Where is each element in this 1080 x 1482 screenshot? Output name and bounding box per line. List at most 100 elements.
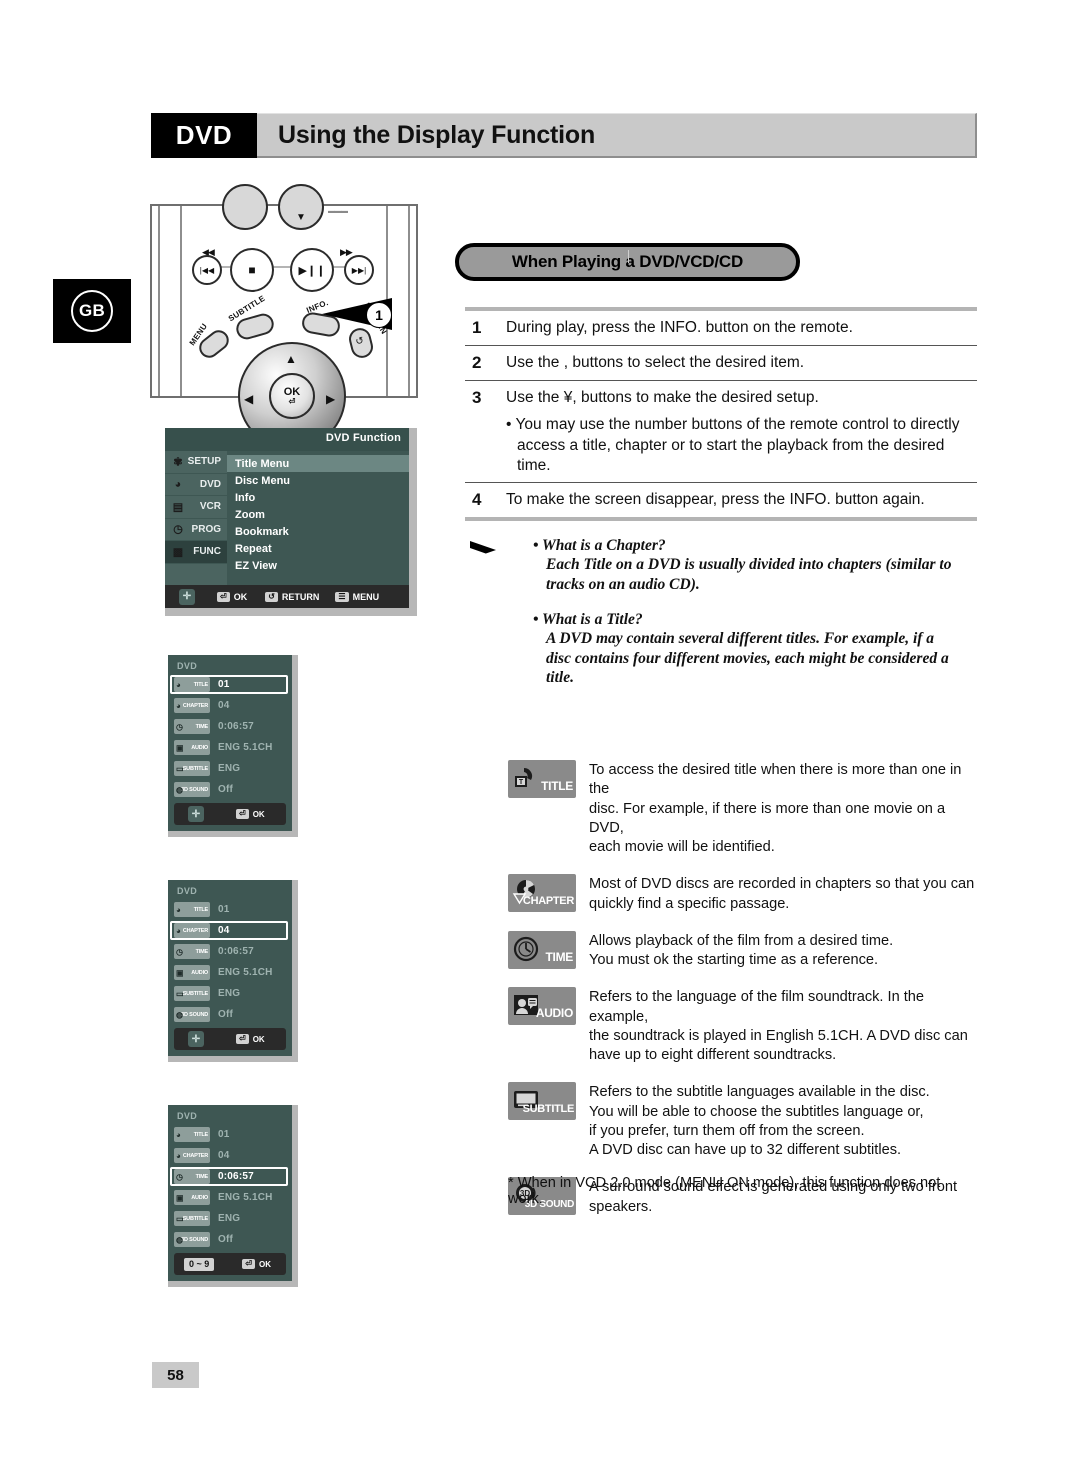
info-row-time[interactable]: ◷ TIME 0:06:57 bbox=[168, 941, 292, 962]
remote-return-button[interactable]: ↺ bbox=[346, 325, 376, 361]
number-range-key: 0 ~ 9 bbox=[184, 1257, 215, 1271]
manual-page: DVD Using the Display Function GB ▼ ▬▬▬ … bbox=[0, 0, 1080, 1482]
info-value-chapter: 04 bbox=[218, 1150, 230, 1161]
osd-info-ok-label: OK bbox=[258, 1259, 271, 1269]
step-3-number: 3 bbox=[472, 388, 482, 408]
info-row-title[interactable]: ◕ TITLE 01 bbox=[168, 1124, 292, 1145]
time-glyph bbox=[512, 935, 540, 963]
step-3-substep: • You may use the number buttons of the … bbox=[465, 415, 977, 482]
sidebar-item-prog[interactable]: ◷ PROG bbox=[165, 519, 227, 541]
header-title-bar: Using the Display Function bbox=[257, 113, 977, 158]
next-icon: ▶▶| bbox=[351, 265, 367, 275]
dpad-up-icon[interactable]: ▲ bbox=[285, 352, 297, 366]
page-title: Using the Display Function bbox=[278, 120, 596, 149]
subtitle-tag-icon: ▭ SUBTITLE bbox=[174, 986, 210, 1001]
info-row-3dsound[interactable]: ◍ 3D SOUND Off bbox=[168, 1229, 292, 1250]
osd-info-ok-label: OK bbox=[252, 809, 265, 819]
dpad-right-icon[interactable]: ▶ bbox=[326, 392, 335, 406]
info-row-chapter[interactable]: ◕ CHAPTER 04 bbox=[168, 695, 292, 716]
remote-prev-button[interactable]: |◀◀ bbox=[192, 255, 222, 285]
time-tag-label: TIME bbox=[195, 1173, 209, 1180]
sidebar-item-vcr[interactable]: ▤ VCR bbox=[165, 496, 227, 519]
audio-glyph-icon: ▣ bbox=[176, 968, 184, 977]
title-tag-label: TITLE bbox=[193, 1131, 208, 1138]
bottombar-navigate: ✛ bbox=[179, 588, 195, 605]
header-dvd-tag: DVD bbox=[151, 113, 257, 158]
info-value-audio: ENG 5.1CH bbox=[218, 742, 273, 753]
section-pill-heading: When Playing a DVD/VCD/CD bbox=[455, 243, 800, 281]
icon-item-subtitle: SUBTITLE Refers to the subtitle language… bbox=[508, 1082, 978, 1160]
3dsound-glyph-icon: ◍ bbox=[176, 785, 183, 794]
info-row-audio[interactable]: ▣ AUDIO ENG 5.1CH bbox=[168, 962, 292, 983]
info-row-chapter[interactable]: ◕ CHAPTER 04 bbox=[168, 920, 292, 941]
menu-item-repeat[interactable]: Repeat bbox=[227, 540, 409, 557]
icon-description-list: T TITLE To access the desired title when… bbox=[508, 760, 978, 1234]
note-arrow-icon bbox=[470, 541, 496, 562]
osd-info-rows: ◕ TITLE 01 ◕ CHAPTER 04 ◷ TIME 0:06:57 ▣ AUD… bbox=[168, 1124, 292, 1250]
info-value-chapter: 04 bbox=[218, 700, 230, 711]
subtitle-desc-line-4: A DVD disc can have up to 32 different s… bbox=[589, 1142, 902, 1158]
menu-item-title-menu[interactable]: Title Menu bbox=[227, 455, 409, 472]
info-row-3dsound[interactable]: ◍ 3D SOUND Off bbox=[168, 1004, 292, 1025]
info-row-title[interactable]: ◕ TITLE 01 bbox=[168, 899, 292, 920]
time-desc-line-1: Allows playback of the film from a desir… bbox=[589, 932, 894, 949]
audio-tag-icon: ▣ AUDIO bbox=[174, 965, 210, 980]
menu-item-bookmark[interactable]: Bookmark bbox=[227, 523, 409, 540]
dpad-navigate-icon: ✛ bbox=[188, 806, 204, 822]
info-row-subtitle[interactable]: ▭ SUBTITLE ENG bbox=[168, 983, 292, 1004]
remote-ok-button[interactable]: OK ⏎ bbox=[269, 373, 315, 419]
sidebar-item-func[interactable]: ▩ FUNC bbox=[165, 541, 227, 564]
osd-info-panel-chapter: DVD ◕ TITLE 01 ◕ CHAPTER 04 ◷ TIME 0:06:57 … bbox=[168, 880, 298, 1062]
info-row-audio[interactable]: ▣ AUDIO ENG 5.1CH bbox=[168, 737, 292, 758]
substep-line-1: • You may use the number buttons of the … bbox=[506, 416, 960, 434]
note-chapter-heading: • What is a Chapter? bbox=[533, 537, 666, 554]
osd-info-ok-label: OK bbox=[252, 1034, 265, 1044]
menu-item-zoom[interactable]: Zoom bbox=[227, 506, 409, 523]
info-value-title: 01 bbox=[218, 904, 230, 915]
time-tag-label: TIME bbox=[195, 948, 209, 955]
audio-desc-line-2: the soundtrack is played in English 5.1C… bbox=[589, 1027, 968, 1044]
sidebar-item-dvd[interactable]: ◕ DVD bbox=[165, 474, 227, 496]
menu-item-ez-view[interactable]: EZ View bbox=[227, 557, 409, 574]
subtitle-desc-line-1: Refers to the subtitle languages availab… bbox=[589, 1084, 930, 1101]
remote-next-button[interactable]: ▶▶| bbox=[344, 255, 374, 285]
info-row-time[interactable]: ◷ TIME 0:06:57 bbox=[168, 1166, 292, 1187]
info-value-title: 01 bbox=[218, 1129, 230, 1140]
step-1-text: During play, press the INFO. button on t… bbox=[506, 319, 853, 336]
remote-play-pause-button[interactable]: ▶❙❙ bbox=[290, 248, 334, 292]
osd-info-bottom-bar: 0 ~ 9 ⏎ OK bbox=[174, 1253, 286, 1275]
remote-stop-button[interactable]: ■ bbox=[230, 248, 274, 292]
title-glyph-icon: ◕ bbox=[176, 680, 181, 689]
info-row-chapter[interactable]: ◕ CHAPTER 04 bbox=[168, 1145, 292, 1166]
sidebar-item-setup-label: SETUP bbox=[187, 456, 221, 468]
step-4: 4 To make the screen disappear, press th… bbox=[465, 483, 977, 517]
return-key-icon: ↺ bbox=[265, 591, 278, 602]
menu-item-disc-menu[interactable]: Disc Menu bbox=[227, 472, 409, 489]
info-row-audio[interactable]: ▣ AUDIO ENG 5.1CH bbox=[168, 1187, 292, 1208]
pill-tick bbox=[627, 250, 629, 263]
icon-item-time: TIME Allows playback of the film from a … bbox=[508, 930, 978, 971]
dpad-left-icon[interactable]: ◀ bbox=[244, 392, 253, 406]
prev-icon: |◀◀ bbox=[199, 265, 215, 275]
info-row-3dsound[interactable]: ◍ 3D SOUND Off bbox=[168, 779, 292, 800]
chapter-tag-icon: ◕ CHAPTER bbox=[174, 923, 210, 938]
info-row-time[interactable]: ◷ TIME 0:06:57 bbox=[168, 716, 292, 737]
info-row-subtitle[interactable]: ▭ SUBTITLE ENG bbox=[168, 1208, 292, 1229]
icon-item-audio: AUDIO Refers to the language of the film… bbox=[508, 987, 978, 1065]
page-number: 58 bbox=[152, 1362, 199, 1388]
sidebar-item-setup[interactable]: ✾ SETUP bbox=[165, 451, 227, 474]
audio-desc-line-1: Refers to the language of the film sound… bbox=[589, 989, 925, 1025]
title-tag-icon: ◕ TITLE bbox=[174, 902, 210, 917]
footnote: * When in VCD 2.0 mode (MENU ON mode), t… bbox=[508, 1175, 941, 1207]
steps-bottom-rule bbox=[465, 517, 977, 522]
time-tag-icon: ◷ TIME bbox=[174, 944, 210, 959]
time-tag-icon: ◷ TIME bbox=[174, 719, 210, 734]
audio-icon: AUDIO bbox=[508, 987, 576, 1026]
bottombar-menu: ☰ MENU bbox=[335, 591, 379, 602]
bottombar-return-label: RETURN bbox=[281, 591, 320, 602]
info-row-subtitle[interactable]: ▭ SUBTITLE ENG bbox=[168, 758, 292, 779]
osd-info-header: DVD bbox=[177, 661, 198, 671]
menu-item-info[interactable]: Info bbox=[227, 489, 409, 506]
info-row-title[interactable]: ◕ TITLE 01 bbox=[168, 674, 292, 695]
sidebar-item-vcr-label: VCR bbox=[199, 501, 221, 513]
